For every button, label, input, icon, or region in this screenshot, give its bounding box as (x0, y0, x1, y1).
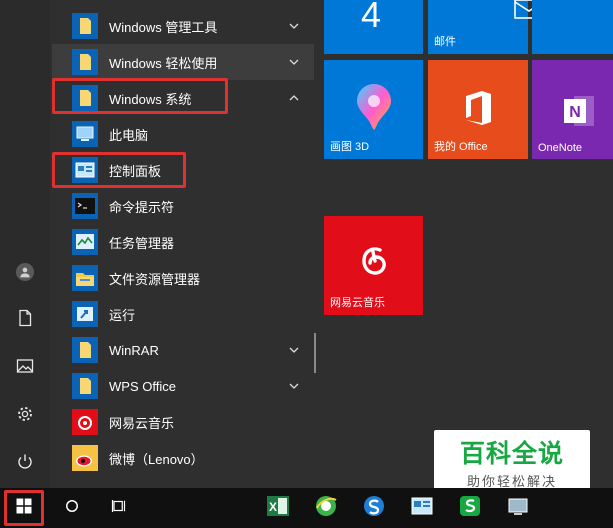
taskbar: X (0, 488, 613, 528)
tile-calendar[interactable]: 4 (324, 0, 423, 54)
app-item-label: Windows 管理工具 (109, 19, 218, 35)
power-button[interactable] (9, 448, 41, 480)
document-icon (16, 309, 34, 332)
app-item-run[interactable]: 运行 (52, 296, 314, 332)
onenote-icon: N (564, 94, 596, 133)
app-list: Windows 管理工具 Windows 轻松使用 Windows 系统 此电脑… (52, 0, 314, 488)
system-icon (506, 494, 530, 523)
folder-icon (72, 373, 98, 399)
app-item-command-prompt[interactable]: 命令提示符 (52, 188, 314, 224)
run-icon (72, 301, 98, 327)
windows-start-icon (15, 497, 33, 520)
chevron-down-icon (288, 19, 300, 31)
task-view-button[interactable] (98, 488, 142, 528)
chevron-down-icon (288, 343, 300, 355)
taskbar-browser[interactable] (304, 488, 348, 528)
app-item-label: 命令提示符 (109, 199, 175, 215)
task-view-icon (111, 497, 129, 520)
task-manager-icon (72, 229, 98, 255)
app-item-label: WPS Office (109, 378, 176, 394)
paint3d-icon (354, 82, 394, 137)
svg-text:X: X (269, 500, 277, 514)
app-item-windows-admin-tools[interactable]: Windows 管理工具 (52, 8, 314, 44)
app-item-task-manager[interactable]: 任务管理器 (52, 224, 314, 260)
start-rail (0, 0, 50, 488)
app-item-weibo[interactable]: 微博（Lenovo） (52, 440, 314, 476)
app-item-label: 运行 (109, 307, 136, 323)
settings-button[interactable] (9, 400, 41, 432)
pictures-icon (16, 357, 34, 380)
app-item-windows-system[interactable]: Windows 系统 (52, 80, 314, 116)
excel-icon: X (266, 494, 290, 523)
tile-paint3d[interactable]: 画图 3D (324, 60, 423, 159)
wps-spreadsheet-icon (458, 494, 482, 523)
calendar-date-number: 4 (361, 0, 382, 35)
app-item-label: Windows 轻松使用 (109, 55, 218, 71)
tile-my-office[interactable]: 我的 Office (428, 60, 528, 159)
app-item-control-panel[interactable]: 控制面板 (52, 152, 314, 188)
folder-icon (72, 13, 98, 39)
tile-label: 邮件 (434, 36, 456, 48)
chevron-up-icon (288, 91, 300, 103)
tile-mail[interactable]: 邮件 (428, 0, 544, 54)
app-item-label: 任务管理器 (109, 235, 175, 251)
tile-onenote[interactable]: N OneNote (532, 60, 613, 159)
watermark-title: 百科全说 (459, 438, 564, 468)
taskbar-excel[interactable]: X (256, 488, 300, 528)
app-item-label: WinRAR (109, 342, 159, 358)
tile-label: OneNote (538, 142, 583, 154)
taskbar-wps-spreadsheet[interactable] (448, 488, 492, 528)
netease-music-icon (354, 242, 394, 287)
app-item-netease-music[interactable]: 网易云音乐 (52, 404, 314, 440)
tile-label: 我的 Office (434, 141, 488, 153)
chevron-down-icon (288, 55, 300, 67)
app-list-scrollbar[interactable] (314, 333, 316, 373)
chevron-down-icon (288, 379, 300, 391)
tile-label: 画图 3D (330, 141, 370, 153)
netease-music-icon (72, 409, 98, 435)
app-item-label: 控制面板 (109, 163, 162, 179)
folder-icon (72, 49, 98, 75)
user-icon (16, 263, 34, 281)
app-item-label: 文件资源管理器 (109, 271, 201, 287)
app-item-windows-ease-of-access[interactable]: Windows 轻松使用 (52, 44, 314, 80)
settings-icon (16, 405, 34, 428)
power-icon (16, 453, 34, 476)
search-button[interactable] (50, 488, 94, 528)
app-item-winrar[interactable]: WinRAR (52, 332, 314, 368)
app-item-this-pc[interactable]: 此电脑 (52, 116, 314, 152)
office-icon (462, 90, 494, 131)
tile-netease-music[interactable]: 网易云音乐 (324, 216, 423, 315)
taskbar-sogou[interactable] (352, 488, 396, 528)
taskbar-control-panel[interactable] (400, 488, 444, 528)
folder-icon (72, 85, 98, 111)
control-panel-icon (72, 157, 98, 183)
app-item-file-explorer[interactable]: 文件资源管理器 (52, 260, 314, 296)
tile-label: 网易云音乐 (330, 297, 385, 309)
svg-text:N: N (569, 104, 581, 121)
app-item-wps-office[interactable]: WPS Office (52, 368, 314, 404)
documents-button[interactable] (9, 304, 41, 336)
start-menu: Windows 管理工具 Windows 轻松使用 Windows 系统 此电脑… (0, 0, 613, 488)
taskbar-system[interactable] (496, 488, 540, 528)
command-prompt-icon (72, 193, 98, 219)
watermark-subtitle: 助你轻松解决 (466, 473, 557, 489)
computer-icon (72, 121, 98, 147)
file-explorer-icon (72, 265, 98, 291)
control-panel-icon (410, 494, 434, 523)
tile-blank[interactable] (532, 0, 613, 54)
app-item-label: 微博（Lenovo） (109, 451, 204, 467)
user-account-button[interactable] (9, 256, 41, 288)
app-item-label: Windows 系统 (109, 91, 192, 107)
sogou-icon (362, 494, 386, 523)
app-item-label: 此电脑 (109, 127, 149, 143)
folder-icon (72, 337, 98, 363)
pictures-button[interactable] (9, 352, 41, 384)
weibo-icon (72, 445, 98, 471)
search-icon (63, 497, 81, 520)
app-item-label: 网易云音乐 (109, 415, 175, 431)
start-button[interactable] (2, 488, 46, 528)
ie-browser-icon (314, 494, 338, 523)
